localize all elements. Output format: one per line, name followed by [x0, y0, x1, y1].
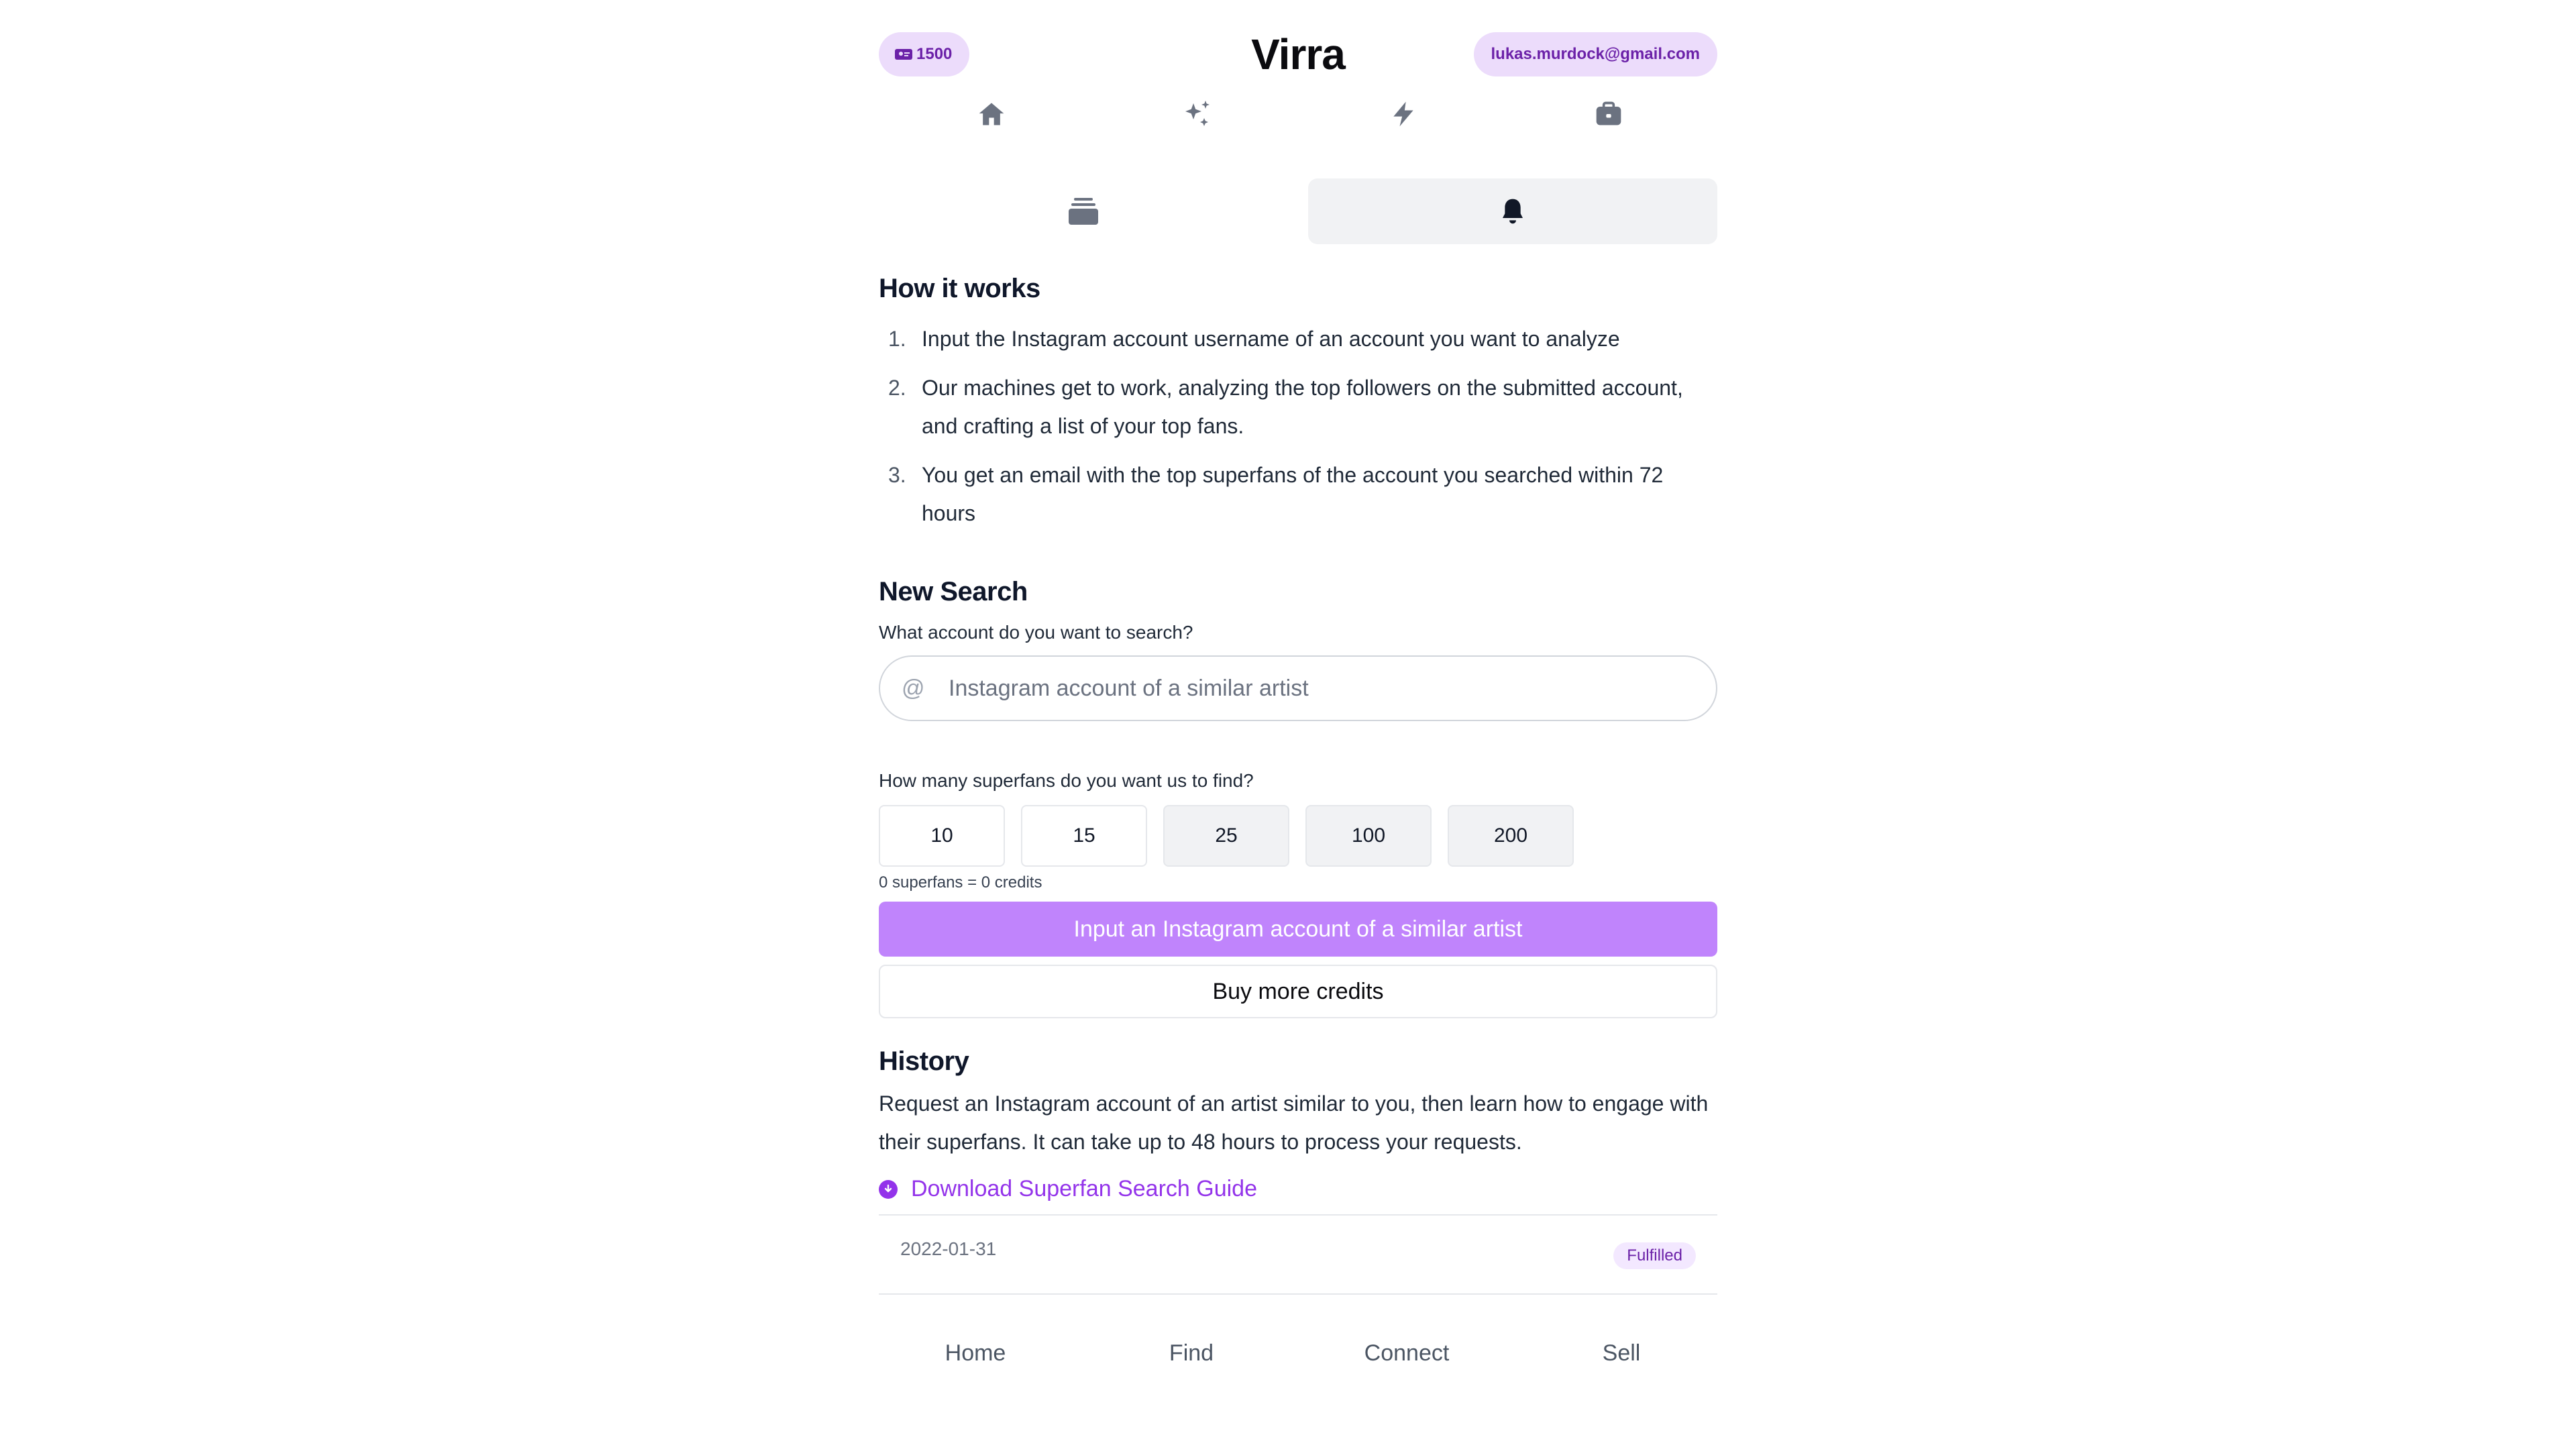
lightning-icon: [1393, 101, 1413, 127]
cost-hint: 0 superfans = 0 credits: [879, 873, 1042, 892]
app-column: 1500 Virra lukas.murdock@gmail.com How i…: [879, 0, 1717, 1366]
step-text: You get an email with the top superfans …: [922, 463, 1664, 525]
count-option-25[interactable]: 25: [1163, 805, 1289, 867]
sub-tabs: [879, 178, 1717, 244]
inbox-stack-icon: [1069, 198, 1098, 225]
step-text: Our machines get to work, analyzing the …: [922, 376, 1683, 438]
at-sign-icon: @: [902, 675, 925, 701]
account-search-input[interactable]: [947, 674, 1716, 702]
bottom-nav-connect[interactable]: Connect: [1353, 1340, 1460, 1366]
count-option-10[interactable]: 10: [879, 805, 1005, 867]
bottom-nav: Home Find Connect Sell: [879, 1340, 1717, 1381]
bottom-nav-find[interactable]: Find: [1138, 1340, 1245, 1366]
briefcase-nav-button[interactable]: [1589, 94, 1629, 134]
count-field-label: How many superfans do you want us to fin…: [879, 770, 1254, 791]
step-text: Input the Instagram account username of …: [922, 327, 1620, 351]
home-nav-button[interactable]: [971, 94, 1012, 134]
header: 1500 Virra lukas.murdock@gmail.com: [879, 0, 1717, 80]
new-search-section: New Search What account do you want to s…: [879, 577, 1717, 721]
step-item: 3. You get an email with the top superfa…: [879, 456, 1717, 533]
step-item: 2. Our machines get to work, analyzing t…: [879, 369, 1717, 445]
superfan-count-section: How many superfans do you want us to fin…: [879, 770, 1717, 1018]
account-search-field[interactable]: @: [879, 655, 1717, 721]
count-option-15[interactable]: 15: [1021, 805, 1147, 867]
history-row[interactable]: 2022-01-31 Fulfilled: [879, 1214, 1717, 1295]
count-options: 10 15 25 100 200: [879, 805, 1717, 867]
briefcase-icon: [1596, 101, 1621, 125]
account-field-label: What account do you want to search?: [879, 622, 1193, 643]
download-guide-label: Download Superfan Search Guide: [911, 1176, 1257, 1201]
buy-credits-button[interactable]: Buy more credits: [879, 965, 1717, 1018]
sparkles-icon: [1185, 101, 1210, 126]
step-item: 1. Input the Instagram account username …: [879, 320, 1717, 358]
how-it-works-heading: How it works: [879, 274, 1040, 303]
status-badge: Fulfilled: [1613, 1242, 1696, 1269]
sparkles-nav-button[interactable]: [1177, 94, 1218, 134]
step-number: 2.: [888, 376, 906, 400]
step-number: 3.: [888, 463, 906, 487]
bottom-nav-sell[interactable]: Sell: [1568, 1340, 1675, 1366]
tab-notifications[interactable]: [1308, 178, 1717, 244]
how-it-works-section: How it works 1. Input the Instagram acco…: [879, 274, 1717, 543]
submit-search-button[interactable]: Input an Instagram account of a similar …: [879, 902, 1717, 957]
download-icon: [879, 1179, 898, 1199]
top-nav: [879, 94, 1717, 134]
count-option-100[interactable]: 100: [1305, 805, 1432, 867]
count-option-200[interactable]: 200: [1448, 805, 1574, 867]
user-email-badge[interactable]: lukas.murdock@gmail.com: [1473, 32, 1717, 76]
download-guide-link[interactable]: Download Superfan Search Guide: [879, 1176, 1717, 1202]
new-search-heading: New Search: [879, 577, 1028, 606]
step-number: 1.: [888, 327, 906, 351]
tab-requests[interactable]: [879, 178, 1288, 244]
history-description: Request an Instagram account of an artis…: [879, 1091, 1709, 1154]
history-date: 2022-01-31: [900, 1238, 997, 1259]
steps-list: 1. Input the Instagram account username …: [879, 320, 1717, 533]
history-heading: History: [879, 1046, 969, 1076]
lightning-nav-button[interactable]: [1383, 94, 1424, 134]
bottom-nav-home[interactable]: Home: [922, 1340, 1029, 1366]
home-icon: [979, 103, 1004, 125]
history-section: History Request an Instagram account of …: [879, 1046, 1717, 1295]
bell-icon: [1503, 199, 1523, 224]
